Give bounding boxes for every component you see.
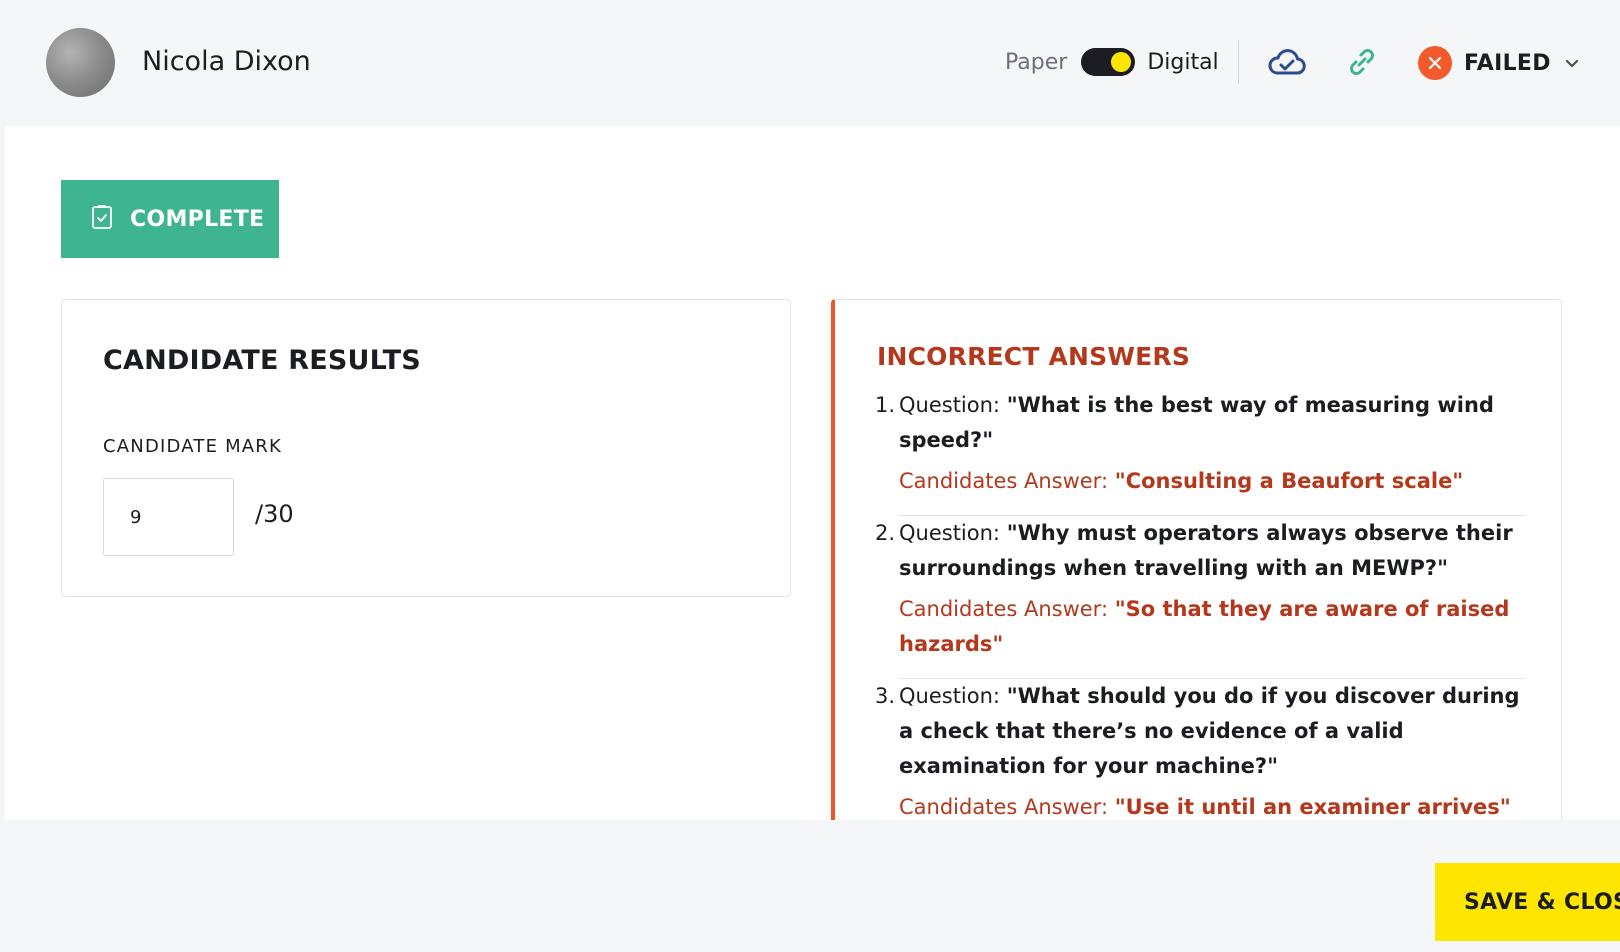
status-label: FAILED	[1464, 50, 1551, 76]
toggle-knob	[1111, 52, 1132, 72]
answer-prefix: Candidates Answer:	[899, 795, 1109, 819]
mode-toggle-group: Paper Digital	[1005, 44, 1219, 80]
incorrect-answers-card: INCORRECT ANSWERS 1. Question: "What is …	[831, 299, 1562, 820]
answer-prefix: Candidates Answer:	[899, 469, 1109, 493]
link-icon[interactable]	[1340, 42, 1384, 82]
close-icon	[1418, 46, 1452, 80]
digital-label: Digital	[1147, 49, 1219, 75]
question-number: 1.	[875, 393, 896, 417]
status-dropdown[interactable]: FAILED	[1418, 45, 1579, 81]
complete-button[interactable]: COMPLETE	[61, 180, 279, 258]
candidate-results-card: CANDIDATE RESULTS CANDIDATE MARK /30	[61, 299, 791, 597]
complete-label: COMPLETE	[130, 206, 265, 232]
question-prefix: Question:	[899, 521, 1001, 545]
avatar	[46, 28, 115, 97]
mark-total: /30	[255, 500, 294, 528]
answer-prefix: Candidates Answer:	[899, 597, 1109, 621]
question-prefix: Question:	[899, 684, 1001, 708]
results-title: CANDIDATE RESULTS	[103, 345, 421, 376]
header: Nicola Dixon Paper Digital FAILED	[5, 0, 1620, 126]
main-content: COMPLETE CANDIDATE RESULTS CANDIDATE MAR…	[5, 126, 1620, 820]
save-close-label: SAVE & CLOSE	[1464, 889, 1620, 915]
paper-digital-toggle[interactable]	[1081, 48, 1136, 76]
header-divider	[1238, 40, 1239, 84]
paper-label: Paper	[1005, 49, 1068, 75]
save-close-button[interactable]: SAVE & CLOSE	[1435, 863, 1620, 941]
clipboard-check-icon	[91, 204, 113, 234]
candidate-mark-label: CANDIDATE MARK	[103, 436, 283, 457]
question-number: 3.	[875, 684, 896, 708]
incorrect-answers-list: 1. Question: "What is the best way of me…	[875, 388, 1525, 820]
list-item: 3. Question: "What should you do if you …	[875, 679, 1525, 820]
list-item: 2. Question: "Why must operators always …	[875, 516, 1525, 678]
candidate-mark-input[interactable]	[103, 478, 234, 556]
chevron-down-icon	[1565, 58, 1579, 68]
answer-text: "Use it until an examiner arrives"	[1114, 795, 1511, 819]
list-item: 1. Question: "What is the best way of me…	[875, 388, 1525, 515]
answer-text: "Consulting a Beaufort scale"	[1114, 469, 1464, 493]
question-number: 2.	[875, 521, 896, 545]
question-prefix: Question:	[899, 393, 1001, 417]
user-name: Nicola Dixon	[142, 46, 311, 77]
cloud-check-icon[interactable]	[1265, 42, 1309, 82]
incorrect-answers-title: INCORRECT ANSWERS	[877, 342, 1191, 371]
